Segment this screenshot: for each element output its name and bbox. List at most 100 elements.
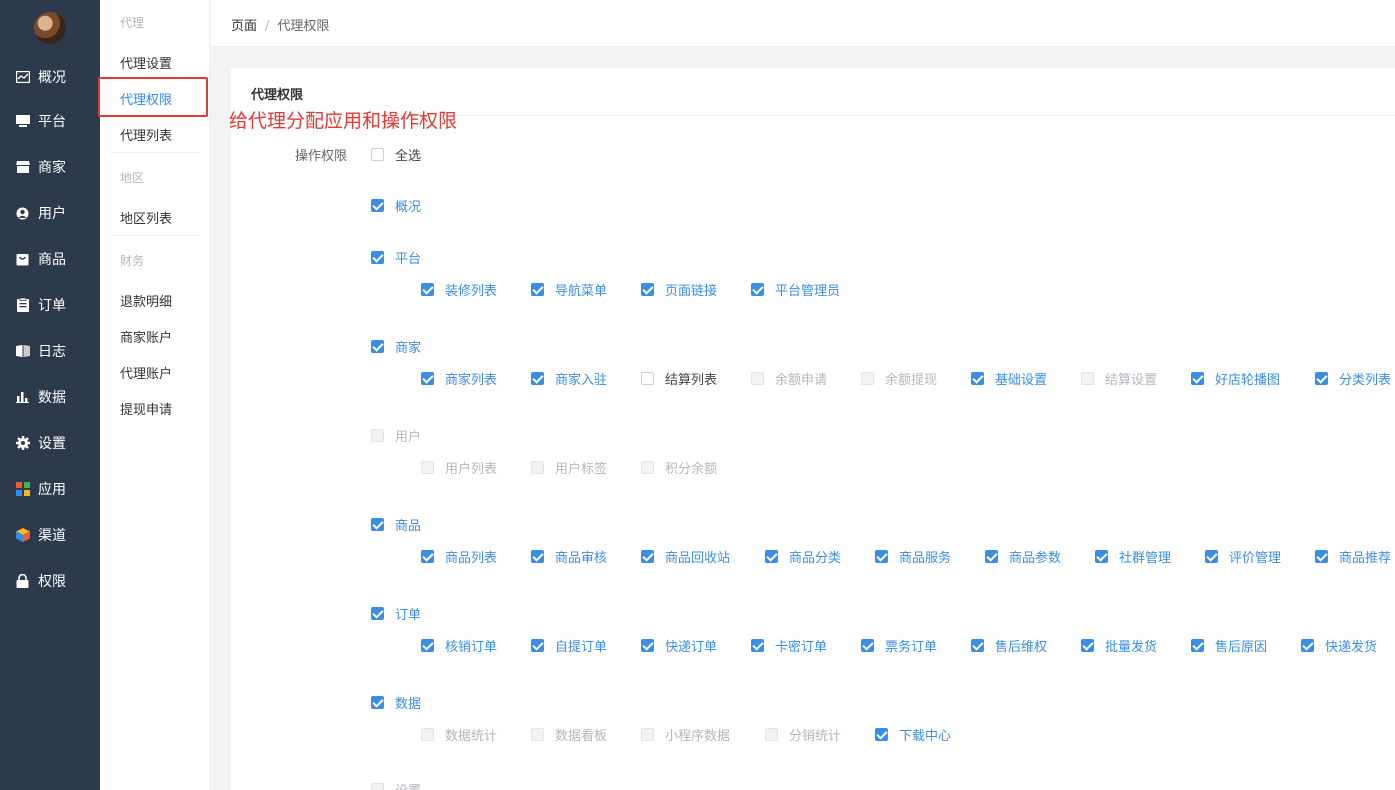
checkbox-box[interactable] [641, 372, 654, 385]
breadcrumb-root[interactable]: 页面 [231, 19, 257, 34]
perm-goods-child-checkbox[interactable]: 商品列表 [421, 547, 497, 566]
nav-item-merchant[interactable]: 商家 [0, 152, 100, 182]
perm-goods-child-checkbox[interactable]: 商品服务 [875, 547, 951, 566]
nav-item-data[interactable]: 数据 [0, 382, 100, 412]
submenu-item-agent-settings[interactable]: 代理设置 [120, 53, 172, 72]
checkbox-box[interactable] [985, 550, 998, 563]
checkbox-box[interactable] [1095, 550, 1108, 563]
select-all-checkbox[interactable]: 全选 [371, 145, 421, 164]
checkbox-box[interactable] [371, 696, 384, 709]
checkbox-label: 结算设置 [1105, 373, 1158, 388]
perm-platform-child-checkbox[interactable]: 装修列表 [421, 280, 497, 299]
perm-platform-child-checkbox[interactable]: 页面链接 [641, 280, 717, 299]
nav-item-log[interactable]: 日志 [0, 336, 100, 366]
perm-data-checkbox[interactable]: 数据 [371, 693, 421, 712]
nav-item-platform[interactable]: 平台 [0, 106, 100, 136]
submenu-item-agent-account[interactable]: 代理账户 [120, 363, 172, 382]
checkbox-box[interactable] [641, 283, 654, 296]
checkbox-label: 结算列表 [665, 373, 718, 388]
nav-item-user[interactable]: 用户 [0, 198, 100, 228]
checkbox-box[interactable] [1081, 639, 1094, 652]
checkbox-box[interactable] [531, 283, 544, 296]
perm-order-child-checkbox[interactable]: 快递订单 [641, 636, 717, 655]
perm-goods-child-checkbox[interactable]: 商品分类 [765, 547, 841, 566]
checkbox-box[interactable] [751, 639, 764, 652]
checkbox-box[interactable] [765, 550, 778, 563]
perm-merchant-child-checkbox[interactable]: 商家入驻 [531, 369, 607, 388]
nav-item-order[interactable]: 订单 [0, 290, 100, 320]
nav-item-channel[interactable]: 渠道 [0, 520, 100, 550]
perm-goods-checkbox[interactable]: 商品 [371, 515, 421, 534]
perm-goods-child-checkbox[interactable]: 商品参数 [985, 547, 1061, 566]
checkbox-box[interactable] [371, 199, 384, 212]
perm-order-child-checkbox[interactable]: 售后原因 [1191, 636, 1267, 655]
checkbox-box[interactable] [421, 283, 434, 296]
perm-data-child-checkbox[interactable]: 下载中心 [875, 725, 951, 744]
submenu-item-withdraw-apply[interactable]: 提现申请 [120, 399, 172, 418]
perm-merchant-child-checkbox[interactable]: 基础设置 [971, 369, 1047, 388]
perm-user-child-checkbox: 积分余额 [641, 458, 717, 477]
perm-merchant-checkbox[interactable]: 商家 [371, 337, 421, 356]
perm-order-child-checkbox[interactable]: 批量发货 [1081, 636, 1157, 655]
checkbox-box[interactable] [531, 372, 544, 385]
checkbox-box[interactable] [421, 639, 434, 652]
checkbox-box[interactable] [1191, 372, 1204, 385]
perm-order-child-checkbox[interactable]: 核销订单 [421, 636, 497, 655]
perm-platform-checkbox[interactable]: 平台 [371, 248, 421, 267]
checkbox-box[interactable] [861, 639, 874, 652]
perm-order-child-checkbox[interactable]: 票务订单 [861, 636, 937, 655]
perm-goods-child-checkbox[interactable]: 商品审核 [531, 547, 607, 566]
submenu-item-agent-list[interactable]: 代理列表 [120, 125, 172, 144]
perm-goods-child-checkbox[interactable]: 商品回收站 [641, 547, 730, 566]
checkbox-box[interactable] [531, 639, 544, 652]
checkbox-box[interactable] [641, 639, 654, 652]
perm-order-checkbox[interactable]: 订单 [371, 604, 421, 623]
checkbox-box[interactable] [421, 372, 434, 385]
checkbox-box[interactable] [875, 550, 888, 563]
perm-merchant-child-checkbox[interactable]: 好店轮播图 [1191, 369, 1280, 388]
checkbox-box[interactable] [751, 283, 764, 296]
checkbox-box[interactable] [1315, 550, 1328, 563]
checkbox-box[interactable] [371, 148, 384, 161]
submenu-item-region-list[interactable]: 地区列表 [120, 208, 172, 227]
nav-item-settings[interactable]: 设置 [0, 428, 100, 458]
perm-order-child-checkbox[interactable]: 自提订单 [531, 636, 607, 655]
checkbox-box[interactable] [531, 550, 544, 563]
perm-merchant-child-checkbox[interactable]: 商家列表 [421, 369, 497, 388]
perm-platform-child-checkbox[interactable]: 平台管理员 [751, 280, 840, 299]
checkbox-box [765, 728, 778, 741]
perm-user-child-checkbox: 用户标签 [531, 458, 607, 477]
perm-order-child-checkbox[interactable]: 快递发货 [1301, 636, 1377, 655]
checkbox-box[interactable] [1191, 639, 1204, 652]
checkbox-box[interactable] [1205, 550, 1218, 563]
checkbox-box[interactable] [641, 550, 654, 563]
checkbox-box[interactable] [371, 607, 384, 620]
perm-goods-child-checkbox[interactable]: 商品推荐 [1315, 547, 1391, 566]
checkbox-box[interactable] [371, 340, 384, 353]
submenu-item-merchant-account[interactable]: 商家账户 [120, 327, 172, 346]
perm-goods-child-checkbox[interactable]: 社群管理 [1095, 547, 1171, 566]
perm-order-child-checkbox[interactable]: 售后维权 [971, 636, 1047, 655]
checkbox-box[interactable] [971, 372, 984, 385]
checkbox-box[interactable] [1315, 372, 1328, 385]
perm-merchant-child-checkbox[interactable]: 结算列表 [641, 369, 717, 388]
perm-merchant-child-checkbox[interactable]: 分类列表 [1315, 369, 1391, 388]
perm-goods-child-checkbox[interactable]: 评价管理 [1205, 547, 1281, 566]
checkbox-box[interactable] [371, 518, 384, 531]
checkbox-box[interactable] [971, 639, 984, 652]
checkbox-box[interactable] [371, 251, 384, 264]
checkbox-box[interactable] [1301, 639, 1314, 652]
perm-platform-child-checkbox[interactable]: 导航菜单 [531, 280, 607, 299]
submenu-item-refund-detail[interactable]: 退款明细 [120, 291, 172, 310]
avatar[interactable] [34, 12, 66, 44]
perm-overview-checkbox[interactable]: 概况 [371, 196, 421, 215]
perm-order-child-checkbox[interactable]: 卡密订单 [751, 636, 827, 655]
nav-item-permission[interactable]: 权限 [0, 566, 100, 596]
nav-item-overview[interactable]: 概况 [0, 62, 100, 92]
submenu-group-region: 地区 [120, 171, 145, 185]
nav-item-goods[interactable]: 商品 [0, 244, 100, 274]
checkbox-label: 设置 [395, 780, 421, 790]
nav-item-apps[interactable]: 应用 [0, 474, 100, 504]
checkbox-box[interactable] [421, 550, 434, 563]
checkbox-box[interactable] [875, 728, 888, 741]
